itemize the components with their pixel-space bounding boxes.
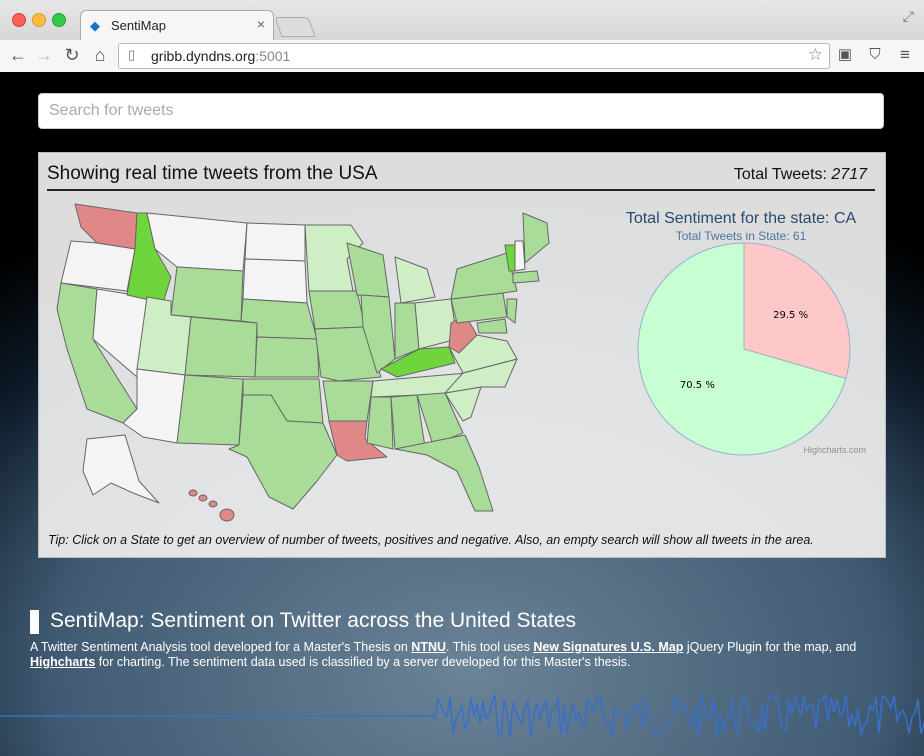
state-nd[interactable] [244,222,306,262]
state-me[interactable] [522,212,550,264]
state-wy[interactable] [170,266,244,322]
evernote-extension-icon[interactable]: ▣ [834,44,856,66]
usa-map [56,203,550,522]
state-sd[interactable] [242,258,308,304]
sentiment-pie-chart: Total Sentiment for the state: CA Total … [626,210,866,456]
state-mi[interactable] [394,256,436,304]
state-fl[interactable] [394,434,494,512]
forward-arrow-icon[interactable]: → [32,43,56,67]
tab-favicon-icon: ◆ [90,18,100,33]
reload-icon[interactable]: ↻ [60,43,84,67]
state-nj[interactable] [506,298,518,324]
state-md[interactable] [476,318,508,334]
pie-data-label-positive: 70.5 % [680,380,715,391]
menu-icon[interactable]: ≡ [894,44,916,66]
chart-credit[interactable]: Highcharts.com [803,445,866,455]
state-ak[interactable] [82,434,160,504]
home-icon[interactable]: ⌂ [88,43,112,67]
back-arrow-icon[interactable]: ← [6,43,30,67]
search-input[interactable] [38,93,884,129]
pocket-extension-icon[interactable]: ⛉ [864,44,886,66]
state-co[interactable] [184,316,258,378]
about-title: SentiMap: Sentiment on Twitter across th… [50,609,577,632]
state-ms[interactable] [366,396,394,450]
bookmark-star-icon[interactable]: ☆ [808,45,823,65]
browser-titlebar: ◆ SentiMap × ⤢ [0,0,924,41]
total-tweets: Total Tweets: 2717 [733,166,867,183]
total-tweets-count: 2717 [831,166,867,183]
browser-tab[interactable]: ◆ SentiMap × [80,10,274,41]
new-tab-button[interactable] [274,17,316,37]
state-wi[interactable] [346,242,390,298]
state-ma[interactable] [512,270,540,284]
state-hi-1[interactable] [188,489,198,497]
state-ks[interactable] [254,336,320,378]
address-bar[interactable]: ▯ gribb.dyndns.org:5001 ☆ [118,43,830,69]
map-panel: Showing real time tweets from the USA To… [38,152,886,558]
tab-close-icon[interactable]: × [257,16,265,32]
pie-data-label-negative: 29.5 % [773,310,808,321]
close-window-button[interactable] [12,13,26,27]
minimize-window-button[interactable] [32,13,46,27]
title-accent-bar [30,610,39,634]
url-text: gribb.dyndns.org:5001 [151,48,291,64]
state-nm[interactable] [176,374,244,446]
state-hi-2[interactable] [198,494,208,502]
state-hi-3[interactable] [208,500,218,508]
state-ia[interactable] [308,290,366,330]
ntnu-link[interactable]: NTNU [411,640,446,654]
tip-text: Tip: Click on a State to get an overview… [48,533,814,547]
state-hi-4[interactable] [219,508,235,522]
panel-title: Showing real time tweets from the USA [47,163,378,184]
about-description: A Twitter Sentiment Analysis tool develo… [30,640,857,669]
state-ar[interactable] [322,380,374,422]
highcharts-link[interactable]: Highcharts [30,655,95,669]
state-nh[interactable] [514,240,526,272]
tab-title: SentiMap [111,18,166,33]
browser-toolbar: ← → ↻ ⌂ ▯ gribb.dyndns.org:5001 ☆ ▣ ⛉ ≡ [0,40,924,73]
page-background: Showing real time tweets from the USA To… [0,72,924,756]
chart-subtitle: Total Tweets in State: 61 [676,229,807,243]
waveform-decoration [0,692,924,738]
panel-header: Showing real time tweets from the USA To… [47,161,875,191]
maximize-window-button[interactable] [52,13,66,27]
usmap-plugin-link[interactable]: New Signatures U.S. Map [533,640,683,654]
page-icon: ▯ [128,47,136,62]
chart-title: Total Sentiment for the state: CA [626,210,857,227]
fullscreen-icon[interactable]: ⤢ [903,8,914,25]
state-or[interactable] [60,240,136,292]
